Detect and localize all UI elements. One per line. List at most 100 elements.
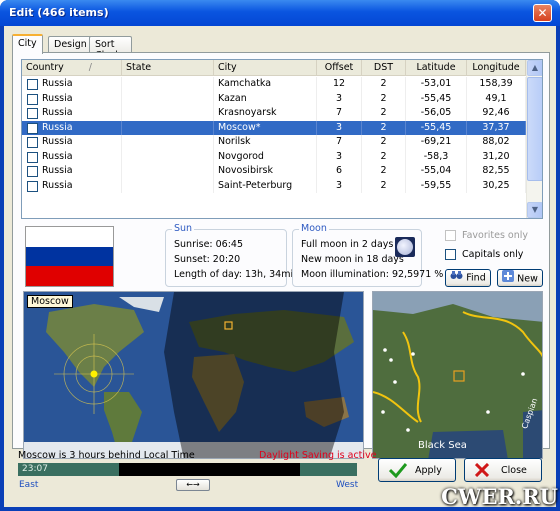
table-header: Country / State City Offset DST Latitude… — [22, 60, 526, 76]
table-row[interactable]: Russia Novosibirsk 6 2 -55,04 82,55 — [22, 164, 526, 179]
title-bar[interactable]: Edit (466 items) ✕ — [0, 0, 560, 26]
column-country-label: Country — [26, 62, 64, 73]
cell-country: Russia — [22, 77, 122, 92]
tab-sort-clocks[interactable]: Sort Clocks — [89, 36, 132, 61]
cell-offset: 3 — [317, 178, 362, 193]
cell-offset: 6 — [317, 164, 362, 179]
zoom-map-image — [373, 292, 542, 458]
cell-country: Russia — [22, 91, 122, 106]
day-length-text: Length of day: 13h, 34min — [174, 269, 300, 280]
capitals-only-checkbox[interactable]: Capitals only — [445, 249, 541, 261]
swap-direction-button[interactable]: ←→ — [176, 479, 210, 491]
cell-dst: 2 — [362, 164, 406, 179]
sun-group-label: Sun — [172, 223, 195, 234]
moon-illumination-text: Moon illumination: 92,5971 % — [301, 269, 444, 280]
world-map[interactable]: Moscow — [23, 291, 364, 459]
capitals-only-box — [445, 249, 456, 260]
table-row[interactable]: Russia Norilsk 7 2 -69,21 88,02 — [22, 135, 526, 150]
cancel-x-icon — [474, 462, 490, 480]
cell-state — [122, 77, 214, 92]
column-state[interactable]: State — [122, 60, 214, 76]
window-title: Edit (466 items) — [9, 6, 109, 19]
cell-dst: 2 — [362, 120, 406, 135]
table-row[interactable]: Russia Moscow* 3 2 -55,45 37,37 — [22, 120, 526, 135]
table-row[interactable]: Russia Kazan 3 2 -55,45 49,1 — [22, 91, 526, 106]
cell-dst: 2 — [362, 106, 406, 121]
cell-state — [122, 120, 214, 135]
column-dst[interactable]: DST — [362, 60, 406, 76]
cell-dst: 2 — [362, 135, 406, 150]
column-country[interactable]: Country / — [22, 60, 122, 76]
binoculars-icon — [450, 270, 463, 286]
scroll-thumb[interactable] — [527, 77, 542, 181]
table-scrollbar[interactable]: ▲ ▼ — [526, 60, 542, 218]
tab-design[interactable]: Design — [48, 36, 93, 53]
cell-lat: -55,45 — [406, 91, 467, 106]
flag-stripe-white — [26, 227, 113, 247]
east-label: East — [19, 480, 39, 490]
cell-dst: 2 — [362, 77, 406, 92]
column-latitude[interactable]: Latitude — [406, 60, 467, 76]
apply-button[interactable]: Apply — [378, 458, 456, 482]
cell-lon: 82,55 — [467, 164, 526, 179]
cell-offset: 12 — [317, 77, 362, 92]
moon-group-label: Moon — [299, 223, 329, 234]
cell-city: Saint-Peterburg — [214, 178, 317, 193]
favorites-only-checkbox[interactable]: Favorites only — [445, 230, 541, 242]
sort-indicator-icon: / — [88, 62, 92, 73]
cell-state — [122, 178, 214, 193]
tab-city[interactable]: City — [12, 34, 43, 54]
close-button-label: Close — [501, 465, 527, 476]
day-night-timeline[interactable]: 23:07 — [18, 463, 357, 476]
cell-offset: 3 — [317, 149, 362, 164]
column-longitude[interactable]: Longitude — [467, 60, 526, 76]
table-row[interactable]: Russia Krasnoyarsk 7 2 -56,05 92,46 — [22, 106, 526, 121]
cell-lon: 88,02 — [467, 135, 526, 150]
favorites-only-label: Favorites only — [462, 230, 529, 241]
capitals-only-label: Capitals only — [462, 249, 524, 260]
find-button[interactable]: Find — [445, 269, 491, 287]
west-label: West — [336, 480, 359, 490]
cell-lat: -59,55 — [406, 178, 467, 193]
moon-group: Moon Full moon in 2 days New moon in 18 … — [292, 223, 443, 287]
new-button-label: New — [517, 273, 538, 285]
new-button[interactable]: New — [497, 269, 543, 287]
table-row[interactable]: Russia Saint-Peterburg 3 2 -59,55 30,25 — [22, 178, 526, 193]
cell-country: Russia — [22, 135, 122, 150]
cell-state — [122, 149, 214, 164]
column-offset[interactable]: Offset — [317, 60, 362, 76]
cell-lon: 92,46 — [467, 106, 526, 121]
cell-lat: -56,05 — [406, 106, 467, 121]
cell-offset: 7 — [317, 106, 362, 121]
cell-country: Russia — [22, 120, 122, 135]
cell-dst: 2 — [362, 91, 406, 106]
cell-lon: 37,37 — [467, 120, 526, 135]
apply-button-label: Apply — [415, 465, 442, 476]
window-close-button[interactable]: ✕ — [533, 4, 552, 22]
cell-state — [122, 91, 214, 106]
night-segment — [119, 463, 300, 476]
cell-city: Kazan — [214, 91, 317, 106]
close-button[interactable]: Close — [464, 458, 542, 482]
time-difference-text: Moscow is 3 hours behind Local Time — [18, 450, 195, 461]
scroll-down-button[interactable]: ▼ — [527, 202, 542, 218]
find-button-label: Find — [466, 272, 486, 284]
cell-lat: -55,04 — [406, 164, 467, 179]
cell-lat: -55,45 — [406, 120, 467, 135]
dialog-client: City Design Sort Clocks Country / State … — [4, 26, 556, 507]
cell-lat: -69,21 — [406, 135, 467, 150]
table-row[interactable]: Russia Novgorod 3 2 -58,3 31,20 — [22, 149, 526, 164]
cell-lat: -53,01 — [406, 77, 467, 92]
city-table: Country / State City Offset DST Latitude… — [21, 59, 543, 219]
column-city[interactable]: City — [214, 60, 317, 76]
city-tab-pane: Country / State City Offset DST Latitude… — [12, 52, 550, 459]
new-moon-text: New moon in 18 days — [301, 254, 404, 265]
cell-dst: 2 — [362, 149, 406, 164]
cell-offset: 3 — [317, 120, 362, 135]
cell-city: Krasnoyarsk — [214, 106, 317, 121]
world-map-image — [24, 292, 363, 458]
map-city-tag: Moscow — [27, 295, 73, 308]
scroll-up-button[interactable]: ▲ — [527, 60, 542, 76]
zoom-map[interactable]: Black Sea Caspian — [372, 291, 543, 459]
table-row[interactable]: Russia Kamchatka 12 2 -53,01 158,39 — [22, 77, 526, 92]
